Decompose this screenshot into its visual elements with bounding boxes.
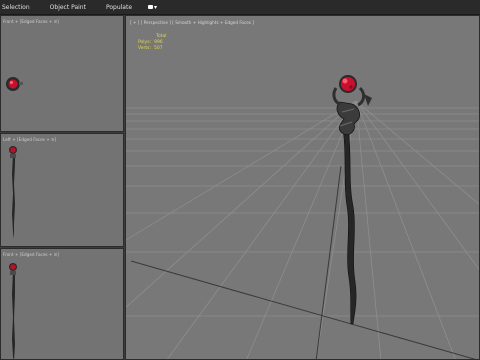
- staff-left-view: [9, 146, 17, 239]
- menu-bar: Selection Object Paint Populate ▾: [0, 0, 480, 15]
- ground-grid: [126, 100, 479, 359]
- viewport-top[interactable]: Front + [Edged Faces + ≡]: [0, 15, 124, 132]
- viewport-top-canvas: [6, 77, 23, 91]
- menu-object-paint[interactable]: Object Paint: [40, 4, 96, 11]
- ribbon-icon: [148, 5, 154, 9]
- viewport-front[interactable]: Front + [Edged Faces + ≡]: [0, 248, 124, 360]
- viewport-left-canvas: [9, 146, 17, 239]
- staff-top-view: [6, 77, 23, 91]
- viewport-perspective[interactable]: [ + ] [ Perspective ] [ Smooth + Highlig…: [125, 15, 480, 360]
- dropdown-arrow-icon: ▾: [154, 3, 158, 11]
- viewport-front-canvas: [9, 263, 17, 359]
- viewport-left[interactable]: Left + [Edged Faces + ≡]: [0, 133, 124, 247]
- menu-populate[interactable]: Populate: [96, 4, 142, 11]
- menu-selection[interactable]: Selection: [0, 4, 40, 11]
- ribbon-toggle-button[interactable]: ▾: [148, 4, 157, 11]
- staff-front-view: [9, 263, 17, 359]
- perspective-canvas: [126, 75, 479, 359]
- staff-model[interactable]: [332, 75, 372, 325]
- grid-axes: [130, 165, 476, 359]
